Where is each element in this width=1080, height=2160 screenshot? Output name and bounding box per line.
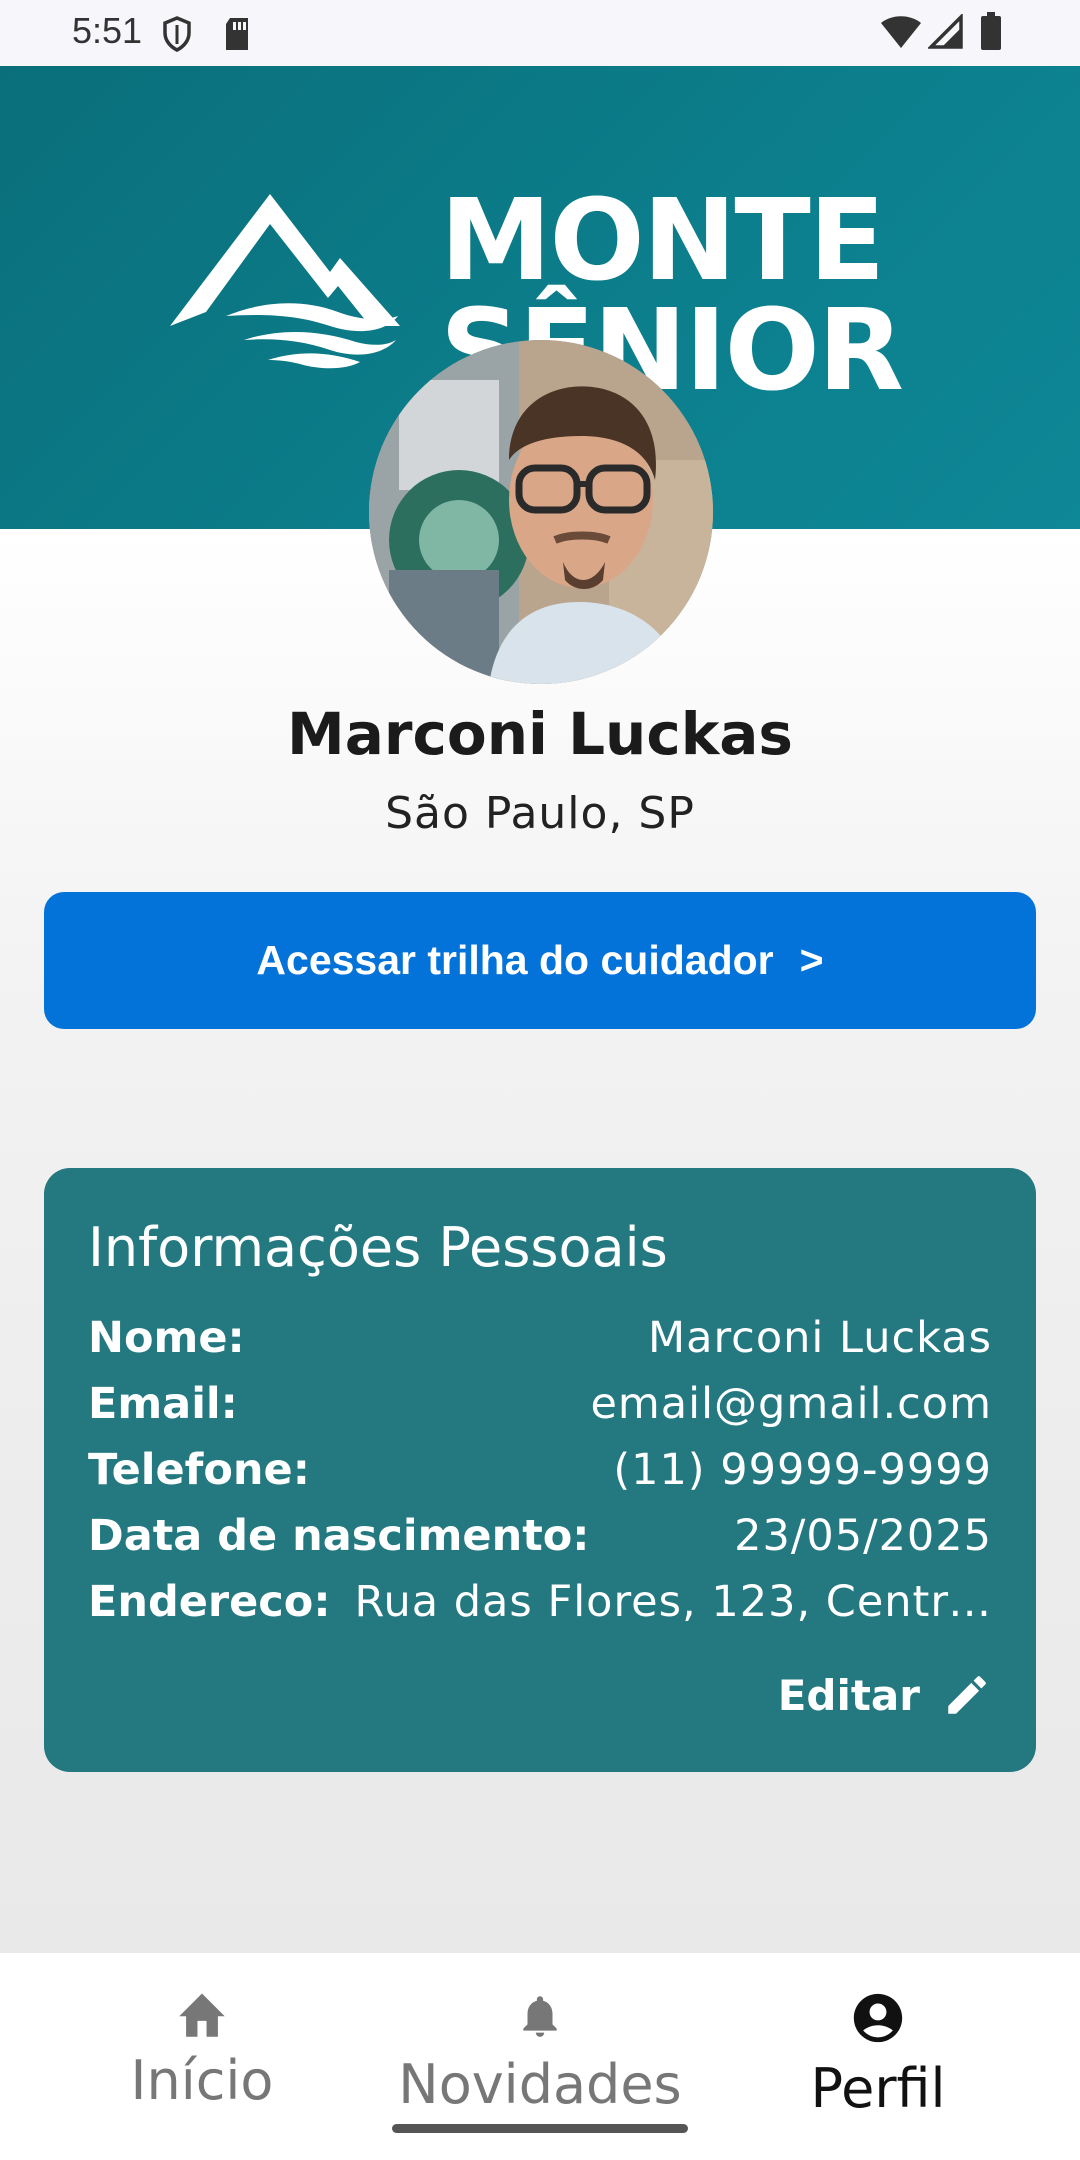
edit-button[interactable]: Editar — [778, 1670, 992, 1720]
personal-info-card: Informações Pessoais Nome: Marconi Lucka… — [44, 1168, 1036, 1772]
avatar-photo — [369, 340, 713, 684]
personal-info-title: Informações Pessoais — [88, 1216, 668, 1279]
shield-icon — [163, 16, 191, 52]
avatar[interactable] — [369, 340, 713, 684]
brand-line-1: MONTE — [440, 176, 885, 306]
chevron-right-icon: > — [799, 937, 824, 983]
info-label: Endereco: — [88, 1577, 331, 1627]
bell-icon — [523, 1996, 557, 2037]
info-row-email: Email: email@gmail.com — [88, 1379, 992, 1445]
info-value: email@gmail.com — [590, 1379, 992, 1429]
nav-item-inicio[interactable]: Início — [52, 1989, 352, 2112]
info-value: 23/05/2025 — [734, 1511, 992, 1561]
mountain-logo-icon — [170, 194, 400, 369]
info-value: Marconi Luckas — [648, 1313, 992, 1363]
signal-icon — [928, 14, 963, 49]
nav-label: Perfil — [810, 2057, 946, 2120]
account-circle-icon — [853, 1993, 903, 2043]
info-label: Data de nascimento: — [88, 1511, 590, 1561]
nav-item-novidades[interactable]: Novidades — [390, 1989, 690, 2116]
info-value: (11) 99999-9999 — [613, 1445, 992, 1495]
status-time: 5:51 — [72, 10, 143, 51]
info-row-phone: Telefone: (11) 99999-9999 — [88, 1445, 992, 1511]
sd-card-icon — [226, 18, 248, 50]
info-label: Telefone: — [88, 1445, 310, 1495]
info-label: Email: — [88, 1379, 238, 1429]
home-icon — [179, 1993, 225, 2037]
battery-icon — [981, 12, 1001, 50]
caregiver-trail-label: Acessar trilha do cuidador — [256, 937, 774, 983]
profile-location: São Paulo, SP — [385, 788, 695, 839]
caregiver-trail-button[interactable]: Acessar trilha do cuidador > — [44, 892, 1036, 1029]
pencil-icon — [948, 1676, 986, 1714]
info-row-birthdate: Data de nascimento: 23/05/2025 — [88, 1511, 992, 1577]
info-label: Nome: — [88, 1313, 245, 1363]
edit-label: Editar — [777, 1670, 920, 1720]
status-bar: 5:51 — [0, 0, 1080, 66]
nav-label: Início — [130, 2049, 274, 2112]
gesture-handle[interactable] — [392, 2124, 688, 2133]
info-row-address: Endereco: Rua das Flores, 123, Centro, S… — [88, 1577, 992, 1643]
bottom-navigation: Início Novidades Perfil — [0, 1953, 1080, 2160]
nav-label: Novidades — [398, 2053, 682, 2116]
wifi-icon — [881, 16, 921, 48]
info-value: Rua das Flores, 123, Centro, São Paulo — [354, 1577, 992, 1627]
nav-item-perfil[interactable]: Perfil — [728, 1989, 1028, 2120]
info-row-name: Nome: Marconi Luckas — [88, 1313, 992, 1379]
profile-name: Marconi Luckas — [287, 700, 793, 768]
